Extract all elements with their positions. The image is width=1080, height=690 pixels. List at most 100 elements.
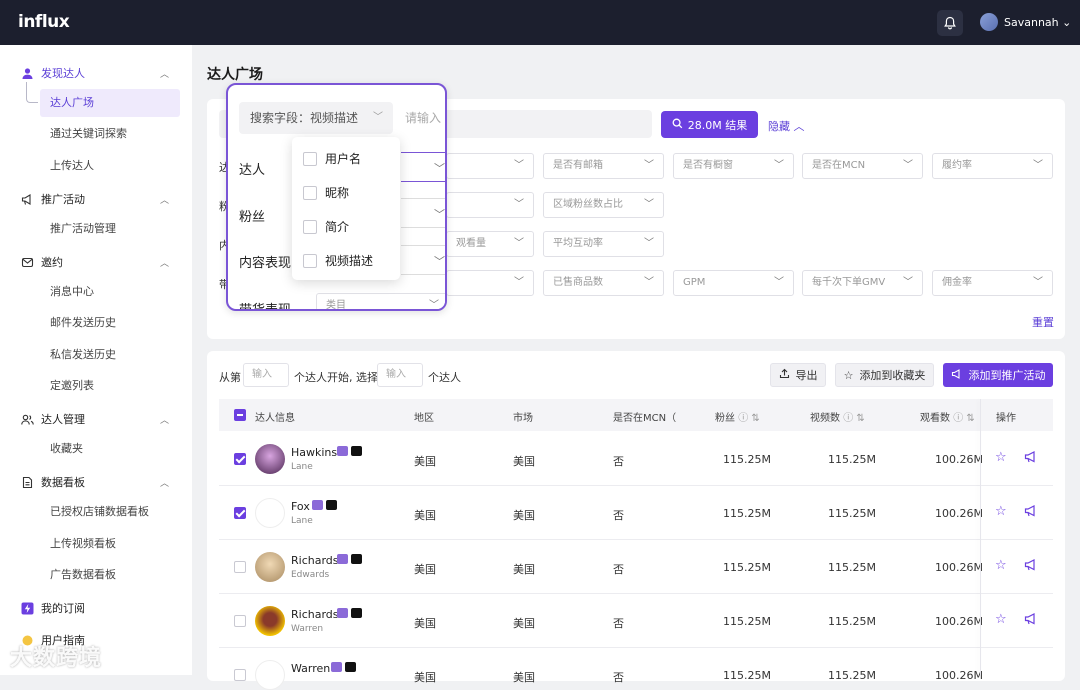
talent-name[interactable]: Fox: [291, 500, 310, 513]
add-campaign-button[interactable]: 添加到推广活动: [943, 363, 1053, 387]
content-select[interactable]: ﹀: [401, 245, 445, 275]
sidebar-group-campaigns[interactable]: 推广活动: [20, 191, 85, 207]
select-gmv-per-1k[interactable]: 每千次下单GMV ﹀: [802, 270, 923, 296]
app-logo[interactable]: influx: [18, 12, 70, 32]
talent-select[interactable]: ﹀: [401, 152, 445, 182]
sidebar-group-invite[interactable]: 邀约: [20, 254, 63, 270]
user-avatar[interactable]: [980, 13, 998, 31]
row-checkbox[interactable]: [234, 669, 246, 681]
sidebar-group-subscription[interactable]: 我的订阅: [20, 600, 85, 616]
select-gpm[interactable]: GPM ﹀: [673, 270, 794, 296]
filter-label-sales: 带货表现: [239, 303, 292, 311]
talent-name[interactable]: Warren: [291, 662, 330, 675]
count-input[interactable]: 输入: [377, 363, 423, 387]
category-select[interactable]: 类目 ﹀: [316, 293, 445, 309]
select-fulfillment[interactable]: 履约率 ﹀: [932, 153, 1053, 179]
reset-link[interactable]: 重置: [1032, 314, 1054, 330]
sidebar-item-email-history[interactable]: 邮件发送历史: [40, 309, 180, 337]
campaign-megaphone-icon[interactable]: [1024, 558, 1038, 576]
favorite-star-icon[interactable]: ☆: [995, 612, 1007, 627]
sidebar-item-favorites[interactable]: 收藏夹: [40, 435, 180, 463]
select-views[interactable]: 观看量 ﹀: [446, 231, 534, 257]
start-index-input[interactable]: 输入: [243, 363, 289, 387]
sidebar-item-video-dashboard[interactable]: 上传视频看板: [40, 530, 180, 558]
avatar[interactable]: [255, 552, 285, 582]
campaign-megaphone-icon[interactable]: [1024, 504, 1038, 522]
sidebar-group-talent-manage[interactable]: 达人管理: [20, 411, 85, 427]
select-placeholder: 是否有邮箱: [553, 160, 603, 171]
option-username[interactable]: 用户名: [303, 150, 361, 167]
sidebar-item-dm-history[interactable]: 私信发送历史: [40, 341, 180, 369]
select-has-email[interactable]: 是否有邮箱 ﹀: [543, 153, 664, 179]
chevron-up-icon[interactable]: ︿: [160, 256, 169, 269]
select-placeholder: 已售商品数: [553, 277, 603, 288]
col-views[interactable]: 观看数 ⓘ ⇅: [920, 409, 975, 424]
campaign-megaphone-icon[interactable]: [1024, 612, 1038, 630]
col-videos[interactable]: 视频数 ⓘ ⇅: [810, 409, 865, 424]
sidebar-item-messages[interactable]: 消息中心: [40, 278, 180, 306]
sticky-column-divider: [980, 399, 981, 675]
chevron-up-icon[interactable]: ︿: [160, 67, 169, 80]
select-has-showcase[interactable]: 是否有橱窗 ﹀: [673, 153, 794, 179]
talent-name[interactable]: Richards: [291, 608, 339, 621]
fans-select[interactable]: ﹀: [401, 198, 445, 228]
col-fans[interactable]: 粉丝 ⓘ ⇅: [715, 409, 760, 424]
add-favorites-button[interactable]: ☆ 添加到收藏夹: [835, 363, 934, 387]
export-button[interactable]: 导出: [770, 363, 826, 387]
select-sales-extra[interactable]: ﹀: [446, 270, 534, 296]
notification-bell-icon[interactable]: [937, 10, 963, 36]
cell-views: 100.26M: [935, 615, 983, 628]
talent-name[interactable]: Richards: [291, 554, 339, 567]
chevron-up-icon[interactable]: ︿: [160, 476, 169, 489]
sidebar-item-ads-dashboard[interactable]: 广告数据看板: [40, 561, 180, 589]
chevron-up-icon[interactable]: ︿: [160, 193, 169, 206]
search-field-select[interactable]: 搜索字段：视频描述 ﹀: [239, 102, 393, 134]
sidebar-item-store-dashboard[interactable]: 已授权店铺数据看板: [40, 498, 180, 526]
search-input[interactable]: 请输入: [405, 109, 441, 126]
row-checkbox[interactable]: [234, 561, 246, 573]
sidebar-item-keyword-explore[interactable]: 通过关键词探索: [40, 120, 180, 148]
cell-market: 美国: [513, 617, 535, 630]
campaign-megaphone-icon[interactable]: [1024, 450, 1038, 468]
option-checkbox[interactable]: [303, 253, 317, 268]
cell-mcn: 否: [613, 563, 624, 576]
avatar[interactable]: [255, 498, 285, 528]
favorite-star-icon[interactable]: ☆: [995, 558, 1007, 573]
avatar[interactable]: [255, 660, 285, 690]
row-checkbox[interactable]: [234, 507, 246, 519]
talent-name[interactable]: Hawkins: [291, 446, 337, 459]
select-region-fans[interactable]: 区域粉丝数占比 ﹀: [543, 192, 664, 218]
search-icon: [672, 118, 683, 132]
select-commission[interactable]: 佣金率 ﹀: [932, 270, 1053, 296]
select-all-checkbox[interactable]: [234, 409, 246, 421]
sidebar-item-campaign-manage[interactable]: 推广活动管理: [40, 215, 180, 243]
row-checkbox[interactable]: [234, 615, 246, 627]
chevron-up-icon[interactable]: ︿: [160, 413, 169, 426]
select-items-sold[interactable]: 已售商品数 ﹀: [543, 270, 664, 296]
avatar[interactable]: [255, 444, 285, 474]
sidebar-item-upload-talent[interactable]: 上传达人: [40, 152, 180, 180]
option-nickname[interactable]: 昵称: [303, 184, 349, 201]
option-checkbox[interactable]: [303, 185, 317, 200]
sidebar-item-talent-square[interactable]: 达人广场: [40, 89, 180, 117]
favorite-star-icon[interactable]: ☆: [995, 504, 1007, 519]
search-field-label: 搜索字段：视频描述: [250, 111, 359, 125]
select-in-mcn[interactable]: 是否在MCN ﹀: [802, 153, 923, 179]
option-bio[interactable]: 简介: [303, 218, 349, 235]
option-video-desc[interactable]: 视频描述: [303, 252, 373, 269]
results-button[interactable]: 28.0M 结果: [661, 111, 758, 138]
row-checkbox[interactable]: [234, 453, 246, 465]
sidebar-item-invite-list[interactable]: 定邀列表: [40, 372, 180, 400]
select-fans-extra[interactable]: ﹀: [446, 192, 534, 218]
user-menu[interactable]: Savannah ⌄: [1004, 16, 1071, 29]
select-placeholder: 是否有橱窗: [683, 160, 733, 171]
select-avg-engagement[interactable]: 平均互动率 ﹀: [543, 231, 664, 257]
favorite-star-icon[interactable]: ☆: [995, 450, 1007, 465]
option-checkbox[interactable]: [303, 219, 317, 234]
sidebar-group-dashboard[interactable]: 数据看板: [20, 474, 85, 490]
avatar[interactable]: [255, 606, 285, 636]
hide-filters-link[interactable]: 隐藏 ︿: [768, 118, 805, 134]
sidebar-group-discover[interactable]: 发现达人: [20, 65, 85, 81]
select-talent-extra[interactable]: ﹀: [446, 153, 534, 179]
option-checkbox[interactable]: [303, 151, 317, 166]
